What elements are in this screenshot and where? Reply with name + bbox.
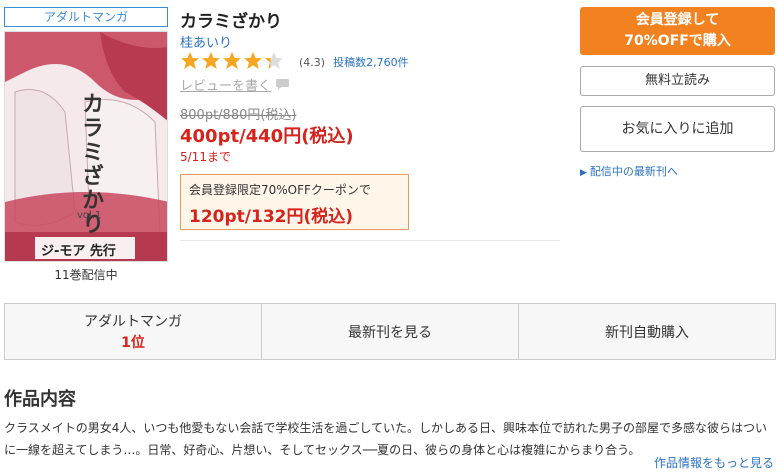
star-icon — [244, 51, 262, 69]
review-count-link[interactable]: 投稿数2,760件 — [333, 54, 409, 70]
original-price: 800pt/880円(税込) — [180, 108, 297, 123]
speech-bubble-icon — [276, 79, 290, 90]
ranking-value: 1位 — [121, 335, 145, 351]
sale-price: 400pt/440円(税込) — [180, 126, 354, 147]
add-favorite-button[interactable]: お気に入りに追加 — [580, 106, 775, 152]
star-icon — [181, 51, 199, 69]
volume-count: 11巻配信中 — [54, 268, 118, 282]
actions-bar: アダルトマンガ 1位 最新刊を見る 新刊自動購入 — [4, 303, 776, 360]
register-button-line2: 70%OFFで購入 — [624, 33, 731, 49]
author-link[interactable]: 桂あいり — [180, 32, 232, 51]
auto-purchase-button[interactable]: 新刊自動購入 — [519, 304, 775, 359]
register-purchase-button[interactable]: 会員登録して 70%OFFで購入 — [580, 7, 775, 55]
star-icon — [265, 51, 283, 69]
write-review-link[interactable]: レビューを書く — [180, 75, 290, 94]
divider — [180, 240, 560, 241]
rating-score: (4.3) — [299, 55, 326, 69]
star-icon — [223, 51, 241, 69]
rating-stars — [180, 51, 285, 74]
latest-volume-link[interactable]: ▶ 配信中の最新刊へ — [580, 163, 678, 179]
rating-row: (4.3) 投稿数2,760件 — [180, 51, 409, 74]
cover-brand: ジ-モア 先行 — [41, 244, 116, 259]
free-trial-button[interactable]: 無料立読み — [580, 66, 775, 96]
page-title: カラミざかり — [180, 12, 282, 32]
ranking-label: アダルトマンガ — [84, 314, 182, 330]
cover-volume: vol.1 — [77, 210, 102, 221]
sale-until: 5/11まで — [180, 150, 231, 164]
more-info-link[interactable]: 作品情報をもっと見る — [654, 454, 774, 471]
register-button-line1: 会員登録して — [635, 12, 720, 28]
write-review-label: レビューを書く — [180, 79, 272, 94]
category-tag[interactable]: アダルトマンガ — [4, 7, 168, 27]
coupon-price: 120pt/132円(税込) — [189, 207, 354, 227]
coupon-label: 会員登録限定70%OFFクーポンで — [189, 183, 371, 197]
triangle-right-icon: ▶ — [580, 168, 587, 178]
coupon-box: 会員登録限定70%OFFクーポンで 120pt/132円(税込) — [180, 174, 409, 230]
section-title: 作品内容 — [4, 389, 76, 410]
star-icon — [202, 51, 220, 69]
view-latest-button[interactable]: 最新刊を見る — [262, 304, 519, 359]
cover-image[interactable]: カラミざかり vol.1 ジ-モア 先行 — [4, 31, 168, 262]
latest-volume-label: 配信中の最新刊へ — [589, 165, 678, 178]
ranking-cell[interactable]: アダルトマンガ 1位 — [5, 304, 262, 359]
